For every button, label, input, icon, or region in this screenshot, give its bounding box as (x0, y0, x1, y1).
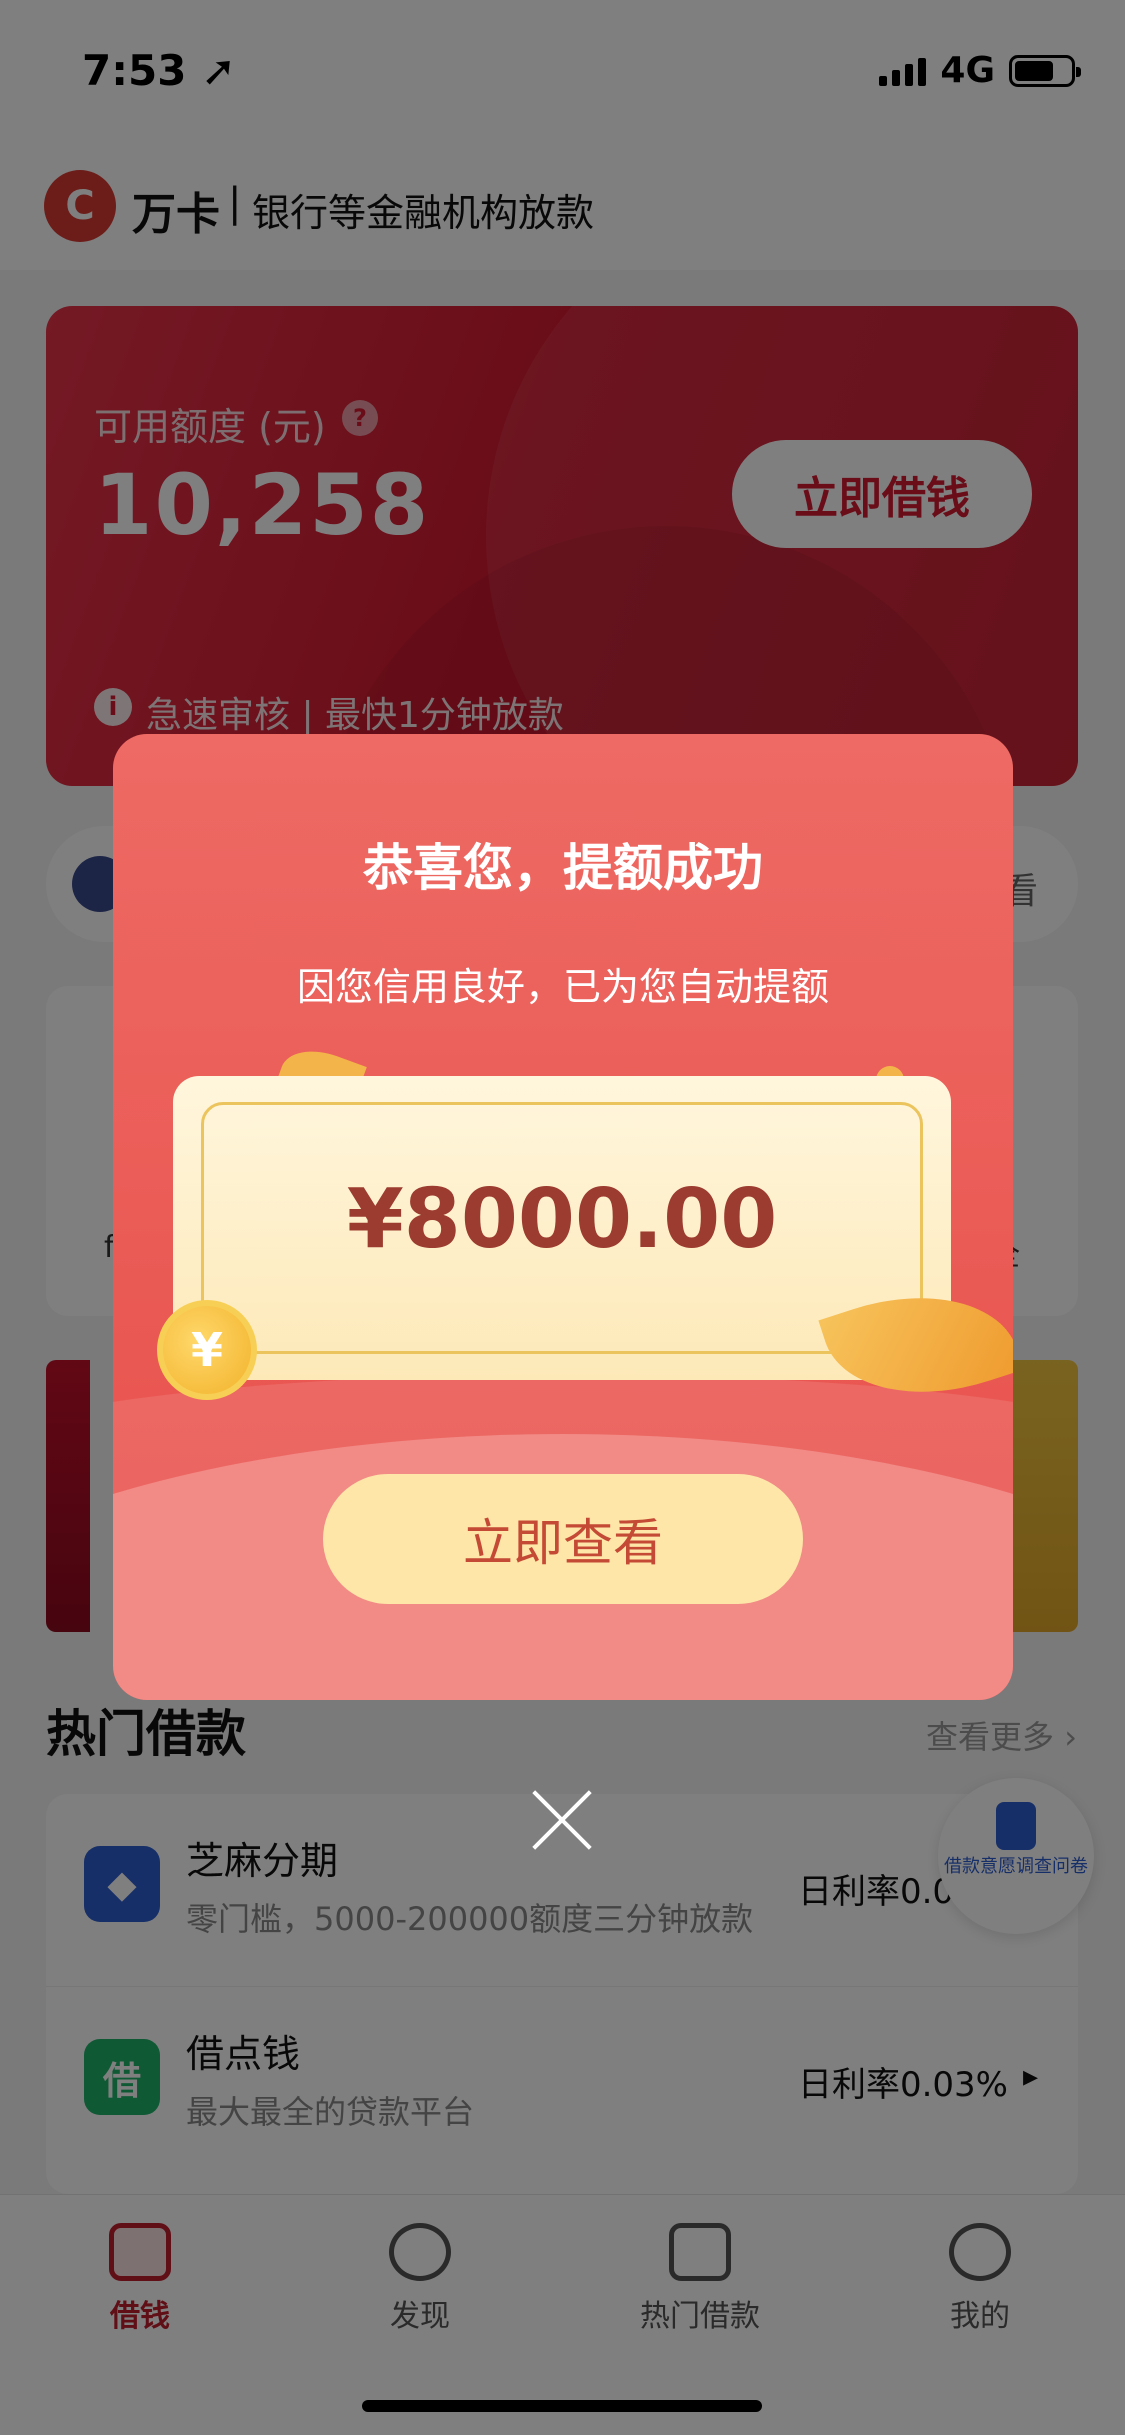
modal-title: 恭喜您，提额成功 (363, 839, 763, 897)
home-indicator[interactable] (362, 2400, 762, 2412)
coin-icon: ¥ (157, 1300, 257, 1400)
close-icon[interactable] (530, 1788, 594, 1852)
modal-subtitle: 因您信用良好，已为您自动提额 (296, 965, 829, 1009)
increase-amount: ¥8000.00 (346, 1172, 778, 1267)
limit-increase-modal: 恭喜您，提额成功 因您信用良好，已为您自动提额 ¥8000.00 ¥ 立即查看 (113, 734, 1013, 1700)
view-now-button[interactable]: 立即查看 (323, 1474, 803, 1604)
